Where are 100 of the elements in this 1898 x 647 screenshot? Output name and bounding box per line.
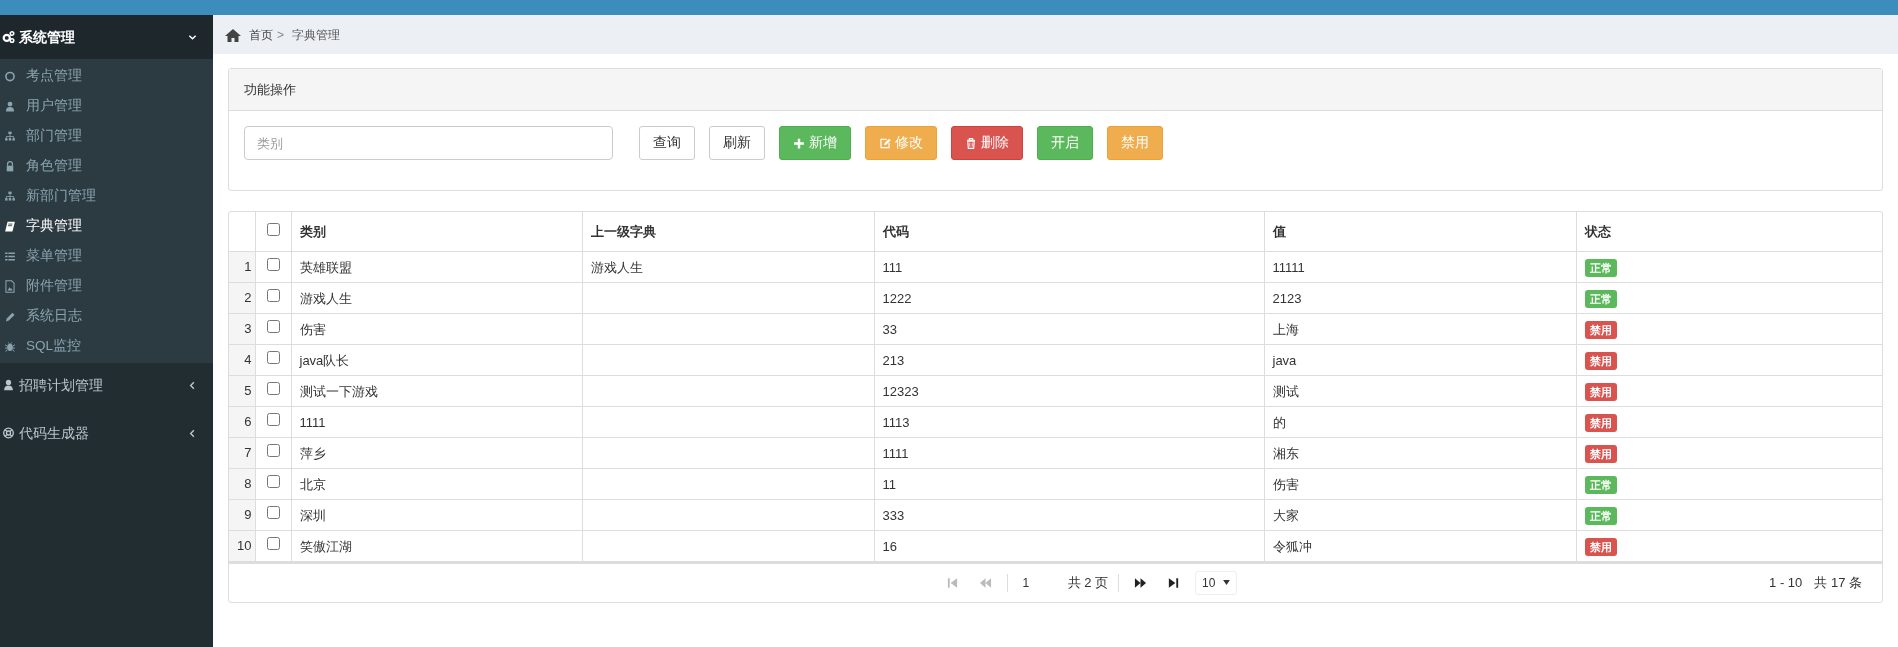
sidebar-item[interactable]: 考点管理	[0, 61, 213, 91]
column-header[interactable]: 上一级字典	[590, 223, 656, 239]
chevron-left-icon	[188, 428, 197, 438]
table-cell: 英雄联盟	[299, 259, 352, 275]
table-cell: 33	[882, 321, 897, 337]
table-cell: 111	[882, 259, 903, 275]
plus-icon	[793, 136, 805, 150]
record-total: 共 17 条	[1814, 573, 1862, 592]
column-header[interactable]: 值	[1272, 223, 1286, 239]
table-cell: java	[1272, 352, 1297, 368]
action-button[interactable]: 查询	[639, 126, 695, 160]
row-number: 9	[244, 506, 252, 522]
row-checkbox[interactable]	[266, 319, 280, 333]
action-button[interactable]: 删除	[951, 126, 1023, 160]
table-cell: 2123	[1272, 290, 1302, 306]
table-cell: 1113	[882, 414, 910, 430]
sidebar-item[interactable]: 用户管理	[0, 91, 213, 121]
sidebar-item[interactable]: 部门管理	[0, 121, 213, 151]
caret-icon	[1223, 580, 1231, 585]
sitemap-icon	[4, 129, 16, 143]
row-checkbox[interactable]	[266, 536, 280, 550]
breadcrumb-link[interactable]: 首页	[249, 25, 273, 44]
table-cell: java队长	[299, 352, 350, 368]
circle-icon	[4, 69, 16, 83]
last-page-icon[interactable]	[1167, 576, 1181, 589]
table-cell: 深圳	[299, 507, 326, 523]
row-number: 2	[244, 289, 252, 305]
next-page-icon[interactable]	[1134, 576, 1148, 589]
table-cell: 游戏人生	[299, 290, 352, 306]
row-checkbox[interactable]	[266, 257, 280, 271]
sidebar-group[interactable]: 系统管理	[0, 15, 213, 59]
home-icon	[225, 27, 241, 42]
sidebar-group[interactable]: 代码生成器	[0, 411, 213, 455]
status-badge: 禁用	[1584, 413, 1617, 432]
status-badge: 禁用	[1584, 320, 1617, 339]
edit-icon	[879, 136, 891, 150]
status-badge: 禁用	[1584, 351, 1617, 370]
column-header[interactable]: 状态	[1584, 223, 1611, 239]
status-badge: 禁用	[1584, 444, 1617, 463]
column-header[interactable]: 类别	[299, 223, 326, 239]
page-total: 共 2 页	[1067, 573, 1109, 592]
table-cell: 的	[1272, 414, 1286, 430]
row-number: 8	[244, 475, 252, 491]
row-checkbox[interactable]	[266, 288, 280, 302]
table-cell: 213	[882, 352, 905, 368]
table-cell: 上海	[1272, 321, 1299, 337]
trash-icon	[965, 136, 977, 150]
user-icon	[2, 378, 15, 392]
row-checkbox[interactable]	[266, 443, 280, 457]
table-cell: 湘东	[1272, 445, 1299, 461]
table-cell: 12323	[882, 383, 919, 399]
table-cell: 笑傲江湖	[299, 538, 352, 554]
table-cell: 北京	[299, 476, 326, 492]
list-icon	[4, 249, 16, 263]
table-cell: 1111	[299, 414, 326, 430]
gears-icon	[2, 30, 15, 44]
panel-title: 功能操作	[244, 80, 296, 99]
table-cell: 伤害	[1272, 476, 1299, 492]
table-cell: 萍乡	[299, 445, 326, 461]
breadcrumb-separator: >	[277, 26, 284, 44]
table-cell: 测试一下游戏	[299, 383, 378, 399]
lock-icon	[4, 159, 16, 173]
sidebar-item[interactable]: SQL监控	[0, 331, 213, 361]
table-cell: 伤害	[299, 321, 326, 337]
select-all-checkbox[interactable]	[266, 222, 280, 236]
sidebar-item[interactable]: 系统日志	[0, 301, 213, 331]
page-size-select[interactable]: 10	[1195, 570, 1238, 595]
status-badge: 正常	[1584, 289, 1617, 308]
column-header[interactable]: 代码	[882, 223, 909, 239]
sidebar-item[interactable]: 菜单管理	[0, 241, 213, 271]
table-cell: 11	[882, 476, 896, 492]
sidebar-item[interactable]: 附件管理	[0, 271, 213, 301]
table-cell: 11111	[1272, 259, 1305, 275]
table-cell: 1111	[882, 445, 909, 461]
sidebar-group[interactable]: 招聘计划管理	[0, 363, 213, 407]
row-checkbox[interactable]	[266, 474, 280, 488]
row-number: 4	[244, 351, 252, 367]
row-checkbox[interactable]	[266, 505, 280, 519]
row-checkbox[interactable]	[266, 381, 280, 395]
image-file-icon	[4, 279, 16, 293]
user-icon	[4, 99, 16, 113]
row-checkbox[interactable]	[266, 350, 280, 364]
sidebar-item[interactable]: 字典管理	[0, 211, 213, 241]
table-cell: 1222	[882, 290, 912, 306]
sidebar-item[interactable]: 新部门管理	[0, 181, 213, 211]
page-input[interactable]: 1	[1017, 571, 1058, 594]
sidebar-item[interactable]: 角色管理	[0, 151, 213, 181]
status-badge: 正常	[1584, 258, 1617, 277]
book-icon	[4, 219, 16, 233]
table-cell: 令狐冲	[1272, 538, 1312, 554]
status-badge: 禁用	[1584, 382, 1617, 401]
search-field[interactable]: 类别	[244, 126, 613, 160]
action-button[interactable]: 刷新	[709, 126, 765, 160]
table-cell: 游戏人生	[590, 259, 643, 275]
table-cell: 16	[882, 538, 897, 554]
table-cell: 333	[882, 507, 905, 523]
bug-icon	[4, 339, 16, 353]
row-checkbox[interactable]	[266, 412, 280, 426]
row-number: 5	[244, 382, 252, 398]
lifebuoy-icon	[2, 426, 15, 440]
